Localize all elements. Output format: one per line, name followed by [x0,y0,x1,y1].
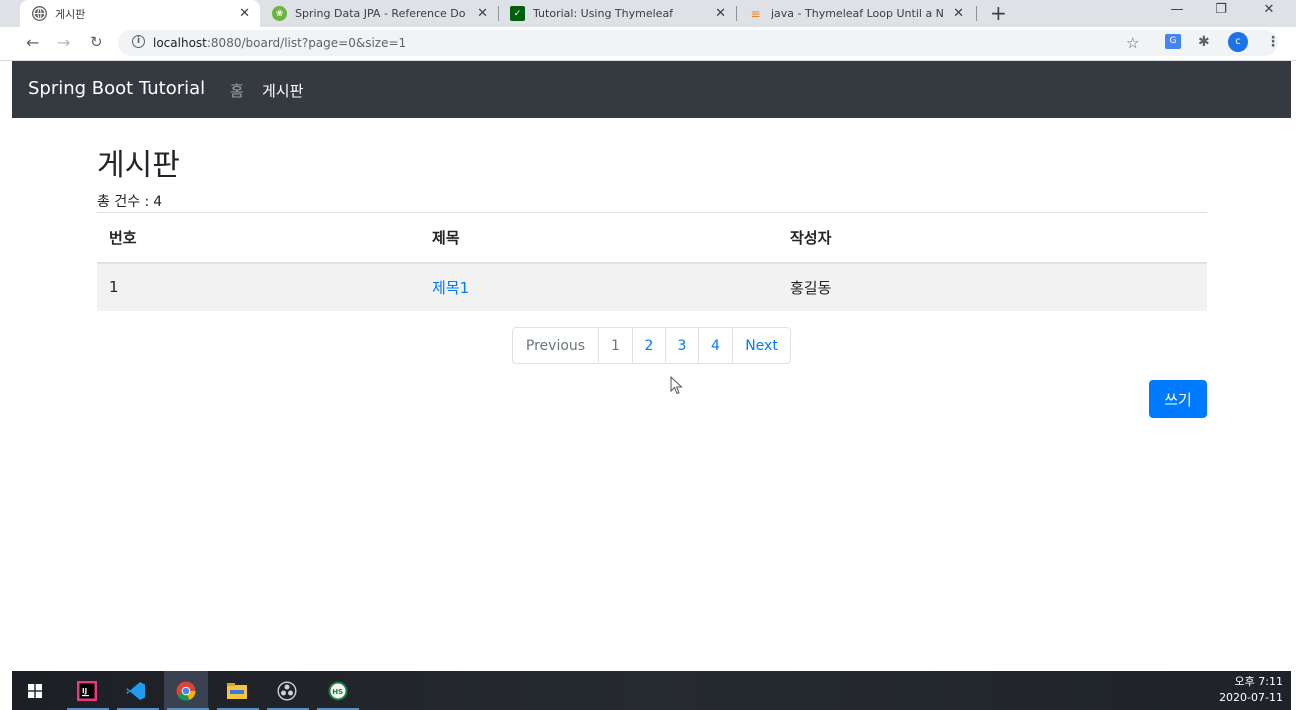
close-tab-icon[interactable]: ✕ [715,6,726,21]
write-button[interactable]: 쓰기 [1149,380,1207,418]
forward-icon[interactable]: → [57,33,70,52]
tab-board[interactable]: 게시판 ✕ [20,0,260,27]
reload-icon[interactable]: ↻ [90,33,103,51]
site-navbar: Spring Boot Tutorial 홈 게시판 [12,61,1291,118]
cell-author: 홍길동 [778,262,1207,311]
close-window-icon[interactable]: ✕ [1246,0,1292,18]
back-icon[interactable]: ← [26,33,39,52]
windows-start-icon[interactable] [24,680,46,702]
page-previous[interactable]: Previous [513,328,598,363]
pagination: Previous 1 2 3 4 Next [512,327,791,364]
clock-time: 오후 7:11 [1234,675,1283,688]
info-icon[interactable]: i [132,35,145,48]
chrome-icon[interactable] [164,671,208,710]
svg-text:IJ: IJ [82,687,87,695]
tab-thymeleaf[interactable]: ✓ Tutorial: Using Thymeleaf ✕ [500,0,736,27]
hs-app-icon[interactable]: HS [327,680,349,702]
address-bar[interactable]: i localhost:8080/board/list?page=0&size=… [118,30,1278,56]
file-explorer-icon[interactable] [226,680,248,702]
thymeleaf-icon: ✓ [510,6,525,21]
tab-separator [976,6,977,21]
mouse-cursor-icon [670,376,683,395]
url-path: :8080/board/list?page=0&size=1 [206,36,407,50]
cell-title: 제목1 [420,262,778,311]
table-row: 1 제목1 홍길동 [97,262,1207,311]
column-header-number: 번호 [97,212,420,264]
post-title-link[interactable]: 제목1 [432,279,469,297]
spring-icon: ❀ [272,6,287,21]
page-title: 게시판 [97,148,180,183]
total-count: 총 건수 :4 [97,191,162,211]
table-header-row: 번호 제목 작성자 [97,212,1207,264]
page-1[interactable]: 1 [598,328,632,363]
extensions-puzzle-icon[interactable]: ✱ [1198,34,1210,50]
browser-toolbar: ← → ↻ i localhost:8080/board/list?page=0… [0,27,1296,61]
translate-icon[interactable]: G [1165,34,1181,49]
screen: 게시판 ✕ ❀ Spring Data JPA - Reference Do ✕… [0,0,1296,710]
bookmark-star-icon[interactable]: ☆ [1126,34,1139,52]
cell-number: 1 [97,262,420,311]
browser-tab-strip: 게시판 ✕ ❀ Spring Data JPA - Reference Do ✕… [0,0,1296,27]
clock-date: 2020-07-11 [1219,691,1283,704]
page-4[interactable]: 4 [698,328,732,363]
windows-taskbar: IJ HS 오후 7:11 2020-07-11 [12,671,1291,710]
navbar-brand[interactable]: Spring Boot Tutorial [28,78,205,99]
globe-icon [32,6,47,21]
nav-link-home[interactable]: 홈 [230,80,244,101]
svg-text:HS: HS [332,688,343,696]
close-tab-icon[interactable]: ✕ [477,6,488,21]
total-count-value: 4 [153,194,163,210]
column-header-title: 제목 [420,212,778,264]
page-2[interactable]: 2 [632,328,665,363]
column-header-author: 작성자 [778,212,1207,264]
stackoverflow-icon: ≡ [750,6,761,21]
board-table: 번호 제목 작성자 1 제목1 홍길동 [97,212,1207,311]
page-next[interactable]: Next [732,328,790,363]
minimize-icon[interactable]: — [1154,0,1200,18]
tab-title: 게시판 [55,7,86,21]
restore-icon[interactable]: ❐ [1198,0,1244,18]
tab-spring-data[interactable]: ❀ Spring Data JPA - Reference Do ✕ [262,0,498,27]
url-host: localhost [153,36,207,50]
page-3[interactable]: 3 [665,328,698,363]
tab-separator [498,6,499,21]
tab-stackoverflow[interactable]: ≡ java - Thymeleaf Loop Until a N ✕ [738,0,974,27]
new-tab-button[interactable]: + [990,3,1007,23]
tab-title: java - Thymeleaf Loop Until a N [771,7,944,20]
total-count-label: 총 건수 : [97,194,150,210]
intellij-icon[interactable]: IJ [76,680,98,702]
vscode-icon[interactable] [125,680,147,702]
tab-title: Tutorial: Using Thymeleaf [533,7,674,20]
menu-kebab-icon[interactable]: ⋮ [1266,34,1280,50]
tab-title: Spring Data JPA - Reference Do [295,7,466,20]
system-clock[interactable]: 오후 7:11 2020-07-11 [1219,674,1283,706]
url-text[interactable]: localhost:8080/board/list?page=0&size=1 [153,36,406,50]
nav-link-board[interactable]: 게시판 [262,80,303,101]
close-tab-icon[interactable]: ✕ [239,6,250,21]
obs-icon[interactable] [276,680,298,702]
close-tab-icon[interactable]: ✕ [953,6,964,21]
tab-separator [736,6,737,21]
profile-avatar[interactable]: c [1228,32,1248,52]
